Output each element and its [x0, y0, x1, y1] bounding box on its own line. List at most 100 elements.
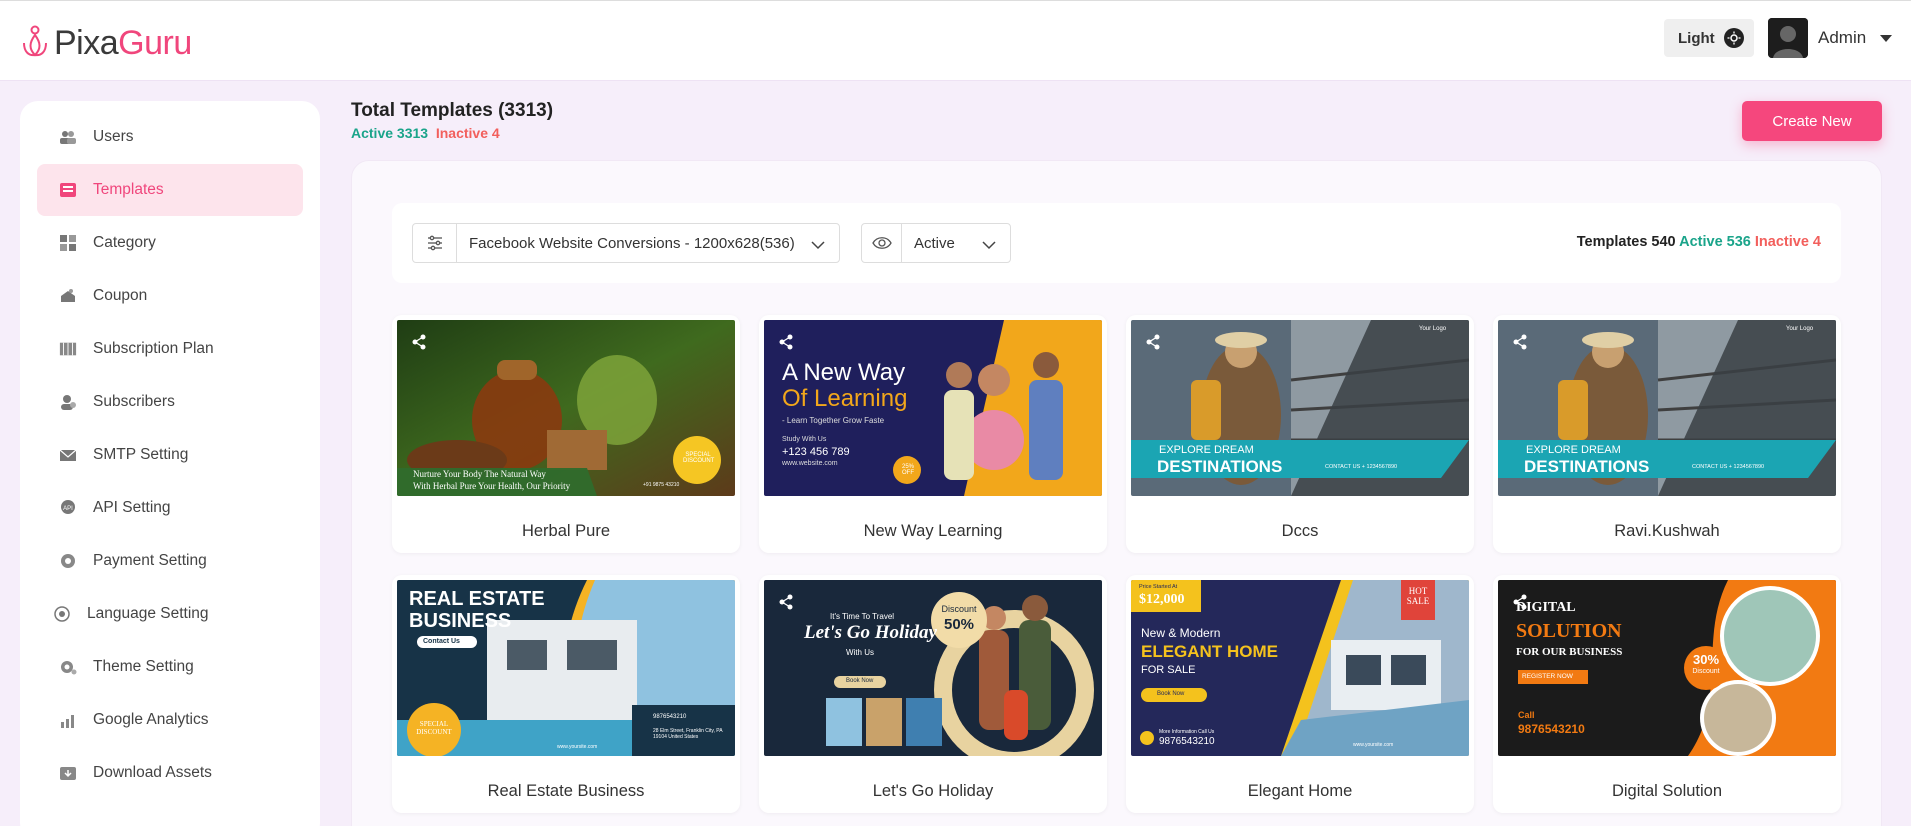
- sidebar-item-language-setting[interactable]: Language Setting: [37, 588, 303, 640]
- subscription-icon: [59, 340, 77, 358]
- svg-text:API: API: [63, 506, 73, 512]
- user-name: Admin: [1818, 28, 1867, 47]
- sidebar-item-label: SMTP Setting: [93, 446, 189, 463]
- thumb-text: - Learn Together Grow Faste: [782, 416, 885, 425]
- app-logo[interactable]: PixaGuru: [20, 23, 192, 63]
- sidebar-item-subscription-plan[interactable]: Subscription Plan: [37, 323, 303, 375]
- thumb-text: FOR OUR BUSINESS: [1516, 646, 1623, 658]
- filter-bar: Facebook Website Conversions - 1200x628(…: [392, 203, 1841, 283]
- sidebar-item-google-analytics[interactable]: Google Analytics: [37, 694, 303, 746]
- sidebar-item-payment-setting[interactable]: Payment Setting: [37, 535, 303, 587]
- sidebar-item-label: Payment Setting: [93, 552, 207, 569]
- template-thumbnail[interactable]: Nurture Your Body The Natural Way With H…: [397, 320, 735, 496]
- thumb-heading: BUSINESS: [409, 610, 512, 632]
- thumb-text: It's Time To Travel: [830, 612, 895, 621]
- thumb-button: REGISTER NOW: [1522, 673, 1573, 680]
- sidebar-item-users[interactable]: Users: [37, 111, 303, 163]
- share-icon[interactable]: [1512, 594, 1528, 610]
- status-select-value: Active: [914, 234, 955, 252]
- template-card[interactable]: DIGITAL SOLUTION FOR OUR BUSINESS REGIST…: [1493, 575, 1841, 813]
- template-name: Herbal Pure: [521, 522, 611, 540]
- thumb-badge: 30%: [1692, 652, 1720, 667]
- template-thumbnail[interactable]: Price Started At $12,000 New & Modern EL…: [1131, 580, 1469, 756]
- thumb-badge: 25% OFF: [901, 464, 914, 476]
- theme-icon: [59, 658, 77, 676]
- sidebar-item-theme-setting[interactable]: Theme Setting: [37, 641, 303, 693]
- template-name: Real Estate Business: [487, 782, 645, 800]
- category-select-value: Facebook Website Conversions - 1200x628(…: [469, 234, 795, 252]
- thumb-text: Price Started At: [1139, 584, 1178, 590]
- share-icon[interactable]: [778, 594, 794, 610]
- user-menu[interactable]: Admin: [1768, 18, 1893, 58]
- chevron-down-icon: [1880, 34, 1893, 42]
- inactive-count: Inactive 4: [435, 125, 500, 141]
- share-icon[interactable]: [411, 334, 427, 350]
- template-thumbnail[interactable]: DIGITAL SOLUTION FOR OUR BUSINESS REGIST…: [1498, 580, 1836, 756]
- thumb-text: New & Modern: [1141, 626, 1221, 640]
- sidebar-item-api-setting[interactable]: API API Setting: [37, 482, 303, 534]
- thumb-phone: 9876543210: [1159, 736, 1215, 747]
- language-icon: [53, 605, 71, 623]
- summary-total: Templates 540: [1576, 234, 1676, 250]
- sidebar-item-label: Users: [93, 128, 134, 145]
- thumb-heading: SOLUTION: [1516, 620, 1622, 642]
- sidebar-item-label: Theme Setting: [93, 658, 194, 675]
- template-card[interactable]: Nurture Your Body The Natural Way With H…: [392, 315, 740, 553]
- share-icon[interactable]: [1145, 334, 1161, 350]
- template-thumbnail[interactable]: EXPLORE DREAM DESTINATIONS CONTACT US + …: [1131, 320, 1469, 496]
- sidebar-item-label: Language Setting: [87, 605, 209, 622]
- sidebar-item-label: Templates: [93, 181, 164, 198]
- thumb-phone: 9876543210: [653, 714, 687, 720]
- thumb-contact: CONTACT US + 1234567890: [1325, 464, 1398, 470]
- analytics-icon: [59, 711, 77, 729]
- sidebar-item-label: Subscribers: [93, 393, 175, 410]
- sidebar-item-label: Subscription Plan: [93, 340, 214, 357]
- status-select[interactable]: Active: [861, 223, 1011, 263]
- share-icon[interactable]: [1512, 334, 1528, 350]
- sidebar-item-download-assets[interactable]: Download Assets: [37, 747, 303, 799]
- thumb-text: More Information Call Us: [1159, 729, 1215, 735]
- active-count: Active 3313: [351, 125, 429, 141]
- page-title: Total Templates (3313): [351, 100, 554, 121]
- thumb-button: Book Now: [1157, 691, 1185, 697]
- share-icon[interactable]: [778, 334, 794, 350]
- template-thumbnail[interactable]: It's Time To Travel Let's Go Holiday Wit…: [764, 580, 1102, 756]
- sliders-icon: [413, 224, 457, 262]
- sidebar-item-label: Category: [93, 234, 156, 251]
- thumb-text: Study With Us: [782, 436, 827, 443]
- sun-icon: [1724, 28, 1744, 48]
- mail-icon: [59, 446, 77, 464]
- thumb-logo: Your Logo: [1786, 326, 1814, 332]
- template-card[interactable]: EXPLORE DREAM DESTINATIONS CONTACT US + …: [1126, 315, 1474, 553]
- theme-toggle-button[interactable]: Light: [1664, 19, 1754, 57]
- sidebar-item-label: Download Assets: [93, 764, 212, 781]
- category-select[interactable]: Facebook Website Conversions - 1200x628(…: [412, 223, 840, 263]
- summary-inactive: Inactive 4: [1754, 234, 1821, 250]
- sidebar-item-category[interactable]: Category: [37, 217, 303, 269]
- download-icon: [59, 764, 77, 782]
- thumb-text: EXPLORE DREAM: [1526, 444, 1621, 456]
- thumb-contact: CONTACT US + 1234567890: [1692, 464, 1765, 470]
- template-card[interactable]: EXPLORE DREAM DESTINATIONS CONTACT US + …: [1493, 315, 1841, 553]
- template-card[interactable]: A New Way Of Learning - Learn Together G…: [759, 315, 1107, 553]
- sidebar-item-coupon[interactable]: Coupon: [37, 270, 303, 322]
- sidebar-item-label: Google Analytics: [93, 711, 209, 728]
- template-thumbnail[interactable]: REAL ESTATE BUSINESS Contact Us SPECIAL …: [397, 580, 735, 756]
- sidebar-item-smtp-setting[interactable]: SMTP Setting: [37, 429, 303, 481]
- thumb-badge: HOT SALE: [1406, 586, 1430, 606]
- template-card[interactable]: It's Time To Travel Let's Go Holiday Wit…: [759, 575, 1107, 813]
- template-card[interactable]: Price Started At $12,000 New & Modern EL…: [1126, 575, 1474, 813]
- thumb-heading: Of Learning: [782, 385, 908, 412]
- template-thumbnail[interactable]: A New Way Of Learning - Learn Together G…: [764, 320, 1102, 496]
- sidebar-item-subscribers[interactable]: Subscribers: [37, 376, 303, 428]
- thumb-badge: SPECIAL DISCOUNT: [683, 452, 715, 464]
- sidebar-item-label: API Setting: [93, 499, 171, 516]
- create-new-button[interactable]: Create New: [1742, 101, 1882, 141]
- thumb-text: FOR SALE: [1141, 664, 1196, 676]
- coupon-icon: [59, 287, 77, 305]
- template-thumbnail[interactable]: EXPLORE DREAM DESTINATIONS CONTACT US + …: [1498, 320, 1836, 496]
- thumb-heading: Let's Go Holiday: [804, 622, 937, 643]
- sidebar-item-templates[interactable]: Templates: [37, 164, 303, 216]
- template-card[interactable]: REAL ESTATE BUSINESS Contact Us SPECIAL …: [392, 575, 740, 813]
- category-icon: [59, 234, 77, 252]
